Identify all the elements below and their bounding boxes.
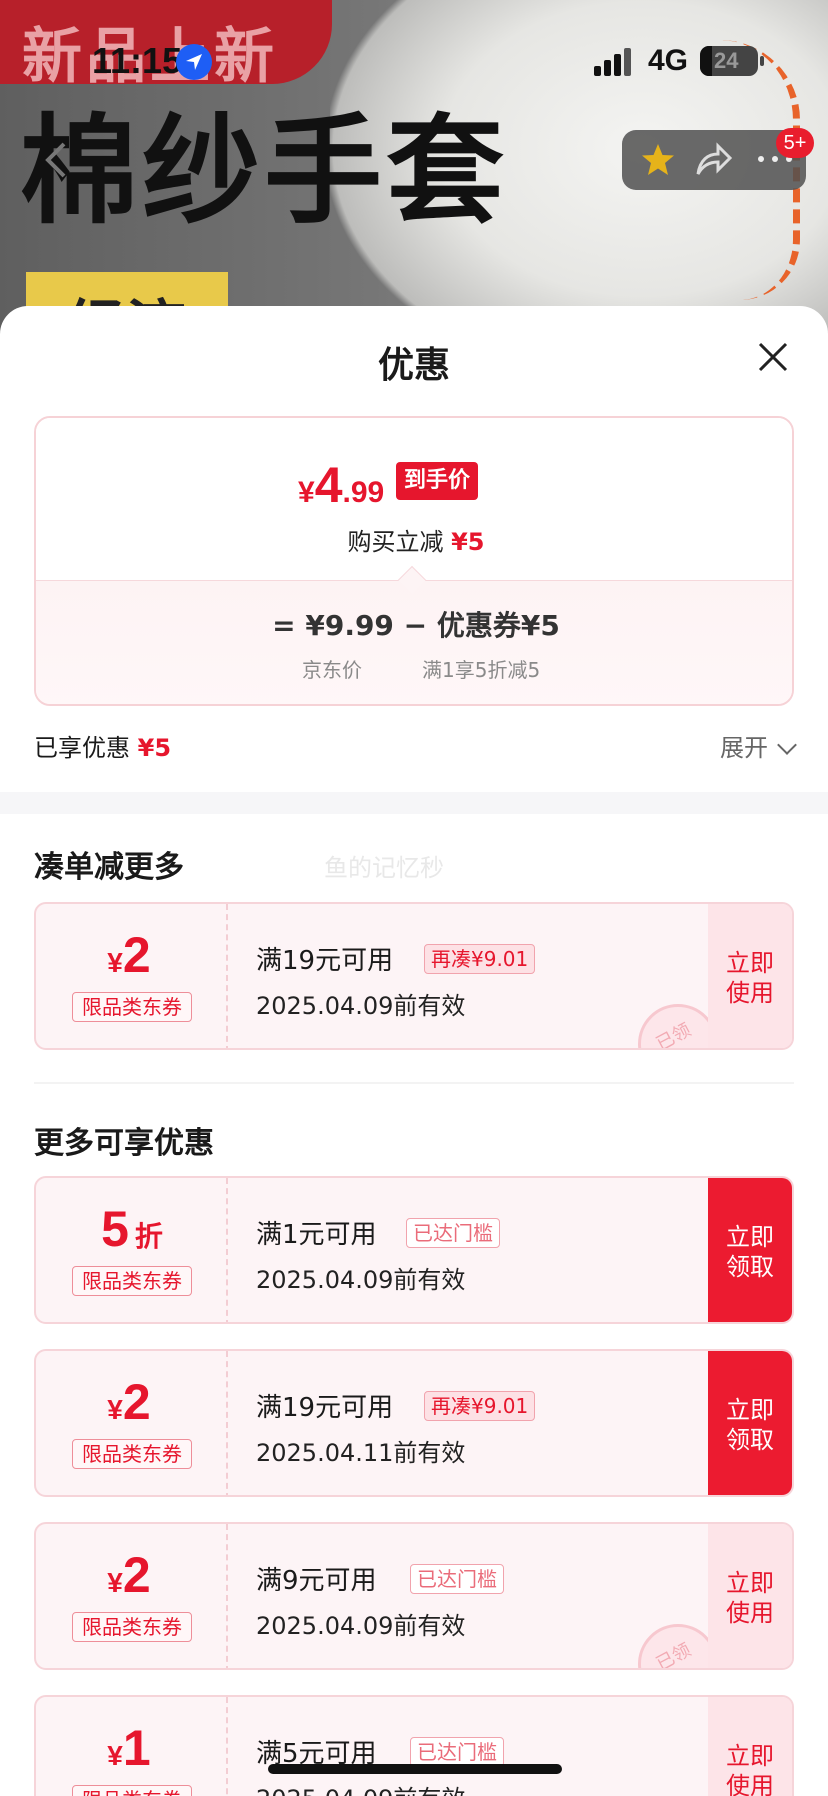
coupon-left-panel: ¥2 限品类东券: [36, 904, 228, 1048]
expand-button[interactable]: 展开: [720, 728, 797, 763]
status-bar: 11:15 4G 24: [0, 0, 828, 120]
battery-cap: [760, 56, 764, 66]
signal-icon: [594, 48, 634, 76]
coupon-expiry: 2025.04.11前有效: [256, 1439, 466, 1467]
coupon-value: 5: [101, 1201, 129, 1257]
coupon-currency: ¥: [107, 1567, 123, 1598]
coupon-action-label: 立即 使用: [726, 1742, 774, 1796]
coupon-type-label: 限品类东券: [72, 1785, 192, 1796]
coupon-condition: 满19元可用: [256, 946, 394, 976]
price-breakdown-card: ¥4.99 到手价 购买立减 ¥5 = ¥9.99 − 优惠券¥5 京东价 满1…: [34, 416, 794, 706]
coupon-card[interactable]: ¥2 限品类东券 满19元可用 再凑¥9.01 2025.04.11前有效 立即 领取: [34, 1349, 794, 1497]
home-indicator: [268, 1764, 562, 1774]
section-title-more-offers: 更多可享优惠: [34, 1126, 214, 1161]
battery-level: 24: [714, 48, 739, 73]
coupon-value: 2: [122, 1547, 151, 1603]
status-time: 11:15: [92, 40, 183, 81]
instant-discount-label: 购买立减: [347, 528, 444, 556]
back-icon[interactable]: [40, 140, 70, 180]
final-price-dec: .99: [342, 476, 385, 509]
claimed-stamp-text: 已领: [652, 1639, 695, 1670]
coupon-expiry: 2025.04.09前有效: [256, 992, 466, 1020]
final-price-int: 4: [314, 457, 343, 513]
enjoyed-value: ¥5: [137, 734, 172, 762]
enjoyed-discount-row: 已享优惠 ¥5 展开: [34, 728, 797, 768]
instant-discount-line: 购买立减 ¥5: [36, 522, 792, 557]
coupon-amount: ¥2: [36, 926, 228, 984]
coupon-card[interactable]: ¥1限品类东券满5元可用已达门槛2025.04.09前有效立即使用: [34, 1695, 794, 1796]
coupon-action-label: 立即 使用: [726, 949, 774, 1007]
coupon-threshold-tag: 再凑¥9.01: [424, 1391, 536, 1421]
enjoyed-label: 已享优惠: [34, 734, 130, 762]
location-arrow-icon: [176, 44, 212, 80]
battery-icon: 24: [700, 46, 758, 76]
coupon-left-panel: ¥2 限品类东券: [36, 1351, 228, 1495]
coupon-amount: ¥2: [36, 1373, 228, 1431]
coupon-threshold-tag: 已达门槛: [410, 1564, 504, 1594]
coupon-condition: 满1元可用: [256, 1220, 377, 1250]
coupon-action-label: 立即 使用: [726, 1569, 774, 1627]
chevron-down-icon: [777, 735, 797, 755]
coupon-card[interactable]: ¥2 限品类东券 满9元可用 已达门槛 2025.04.09前有效已领 立即 使用: [34, 1522, 794, 1670]
coupon-left-panel: 5 折限品类东券: [36, 1178, 228, 1322]
expand-label: 展开: [720, 734, 768, 762]
coupon-amount: 5折: [36, 1200, 228, 1258]
coupon-expiry: 2025.04.09前有效: [256, 1779, 465, 1796]
network-type: 4G: [648, 44, 689, 77]
coupon-amount: ¥2: [36, 1546, 228, 1604]
claim-coupon-button[interactable]: 立即 领取: [708, 1351, 792, 1495]
coupon-rule-label: 满1享5折减5: [422, 658, 541, 682]
coupon-threshold-tag: 已达门槛: [406, 1218, 500, 1248]
coupon-condition: 满9元可用: [256, 1566, 377, 1596]
coupon-threshold-tag: 再凑¥9.01: [424, 944, 536, 974]
coupon-value: 2: [122, 1374, 151, 1430]
share-icon[interactable]: [694, 142, 733, 182]
instant-discount-value: ¥5: [451, 528, 485, 556]
claimed-stamp-text: 已领: [652, 1019, 695, 1050]
final-price-currency: ¥: [298, 476, 315, 509]
coupon-threshold-tag: 已达门槛: [410, 1737, 504, 1767]
section-title-order-more: 凑单减更多: [34, 850, 184, 885]
divider: [34, 1082, 794, 1084]
coupon-type-label: 限品类东券: [72, 1266, 192, 1296]
coupon-action-label: 立即 领取: [726, 1223, 774, 1281]
sheet-title: 优惠: [377, 345, 450, 386]
claimed-stamp-icon: 已领: [638, 1004, 718, 1050]
close-icon[interactable]: [756, 340, 790, 374]
use-coupon-button[interactable]: 立即 使用: [708, 1524, 792, 1668]
coupon-unit: 折: [134, 1221, 163, 1252]
coupon-expiry: 2025.04.09前有效: [256, 1612, 466, 1640]
coupon-action-label: 立即 领取: [726, 1396, 774, 1454]
coupon-currency: ¥: [107, 1394, 123, 1425]
claimed-stamp-icon: 已领: [638, 1624, 718, 1670]
coupon-card[interactable]: 5 折限品类东券 满1元可用 已达门槛 2025.04.09前有效 立即 领取: [34, 1176, 794, 1324]
coupon-card[interactable]: ¥2 限品类东券 满19元可用 再凑¥9.01 2025.04.09前有效已领 立即 使用: [34, 902, 794, 1050]
discount-sheet: 优惠 ¥4.99 到手价 购买立减 ¥5 = ¥9.99 − 优惠券¥5 京东价…: [0, 306, 828, 1796]
price-formula: = ¥9.99 − 优惠券¥5: [272, 609, 560, 642]
use-coupon-button[interactable]: 立即 使用: [708, 904, 792, 1048]
claim-coupon-button[interactable]: 立即 领取: [708, 1178, 792, 1322]
favorite-star-icon[interactable]: [640, 142, 676, 182]
coupon-value: 1: [122, 1720, 151, 1776]
coupon-left-panel: ¥1 限品类东券: [36, 1697, 228, 1796]
final-price-tag: 到手价: [396, 462, 479, 500]
message-badge: 5+: [776, 128, 814, 158]
coupon-value: 2: [122, 927, 151, 983]
coupon-left-panel: ¥2 限品类东券: [36, 1524, 228, 1668]
coupon-type-label: 限品类东券: [72, 1439, 192, 1469]
coupon-amount: ¥1: [36, 1719, 228, 1777]
coupon-type-label: 限品类东券: [72, 1612, 192, 1642]
use-coupon-button[interactable]: 立即 使用: [708, 1697, 792, 1796]
final-price: ¥4.99: [298, 456, 384, 514]
coupon-currency: ¥: [107, 1740, 123, 1771]
product-title-graphic: 棉纱手套: [20, 102, 509, 240]
jd-price-label: 京东价: [302, 658, 362, 682]
coupon-currency: ¥: [107, 947, 123, 978]
section-separator: [0, 792, 828, 814]
coupon-condition: 满19元可用: [256, 1393, 394, 1423]
coupon-expiry: 2025.04.09前有效: [256, 1266, 466, 1294]
watermark: 鱼的记忆秒: [324, 854, 444, 882]
coupon-type-label: 限品类东券: [72, 992, 192, 1022]
